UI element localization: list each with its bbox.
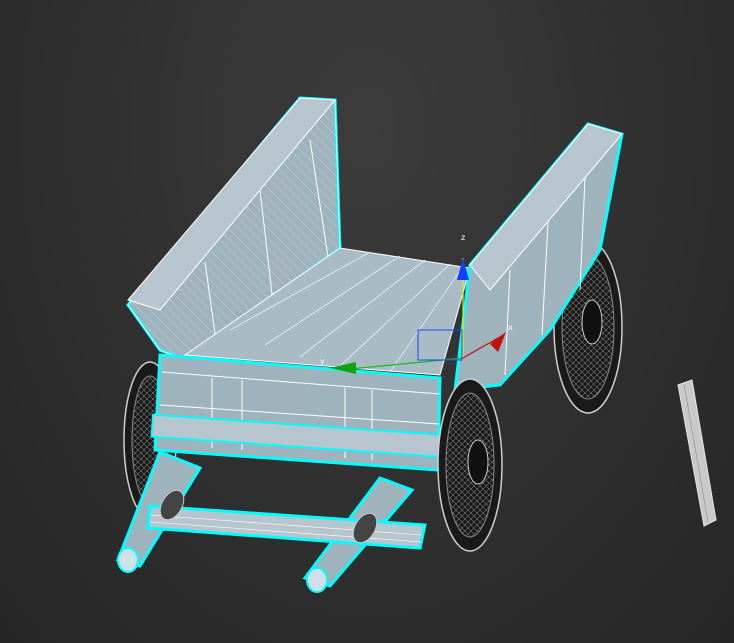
cart-body[interactable]	[115, 96, 624, 593]
3d-viewport[interactable]: z x y	[0, 0, 734, 643]
y-axis-label: y	[320, 357, 325, 366]
z-axis-label: z	[461, 233, 465, 242]
x-axis-label: x	[508, 323, 513, 332]
scene-render: z x y	[115, 96, 717, 593]
loose-plank[interactable]	[677, 379, 717, 527]
wheel-front-right[interactable]	[437, 378, 503, 552]
